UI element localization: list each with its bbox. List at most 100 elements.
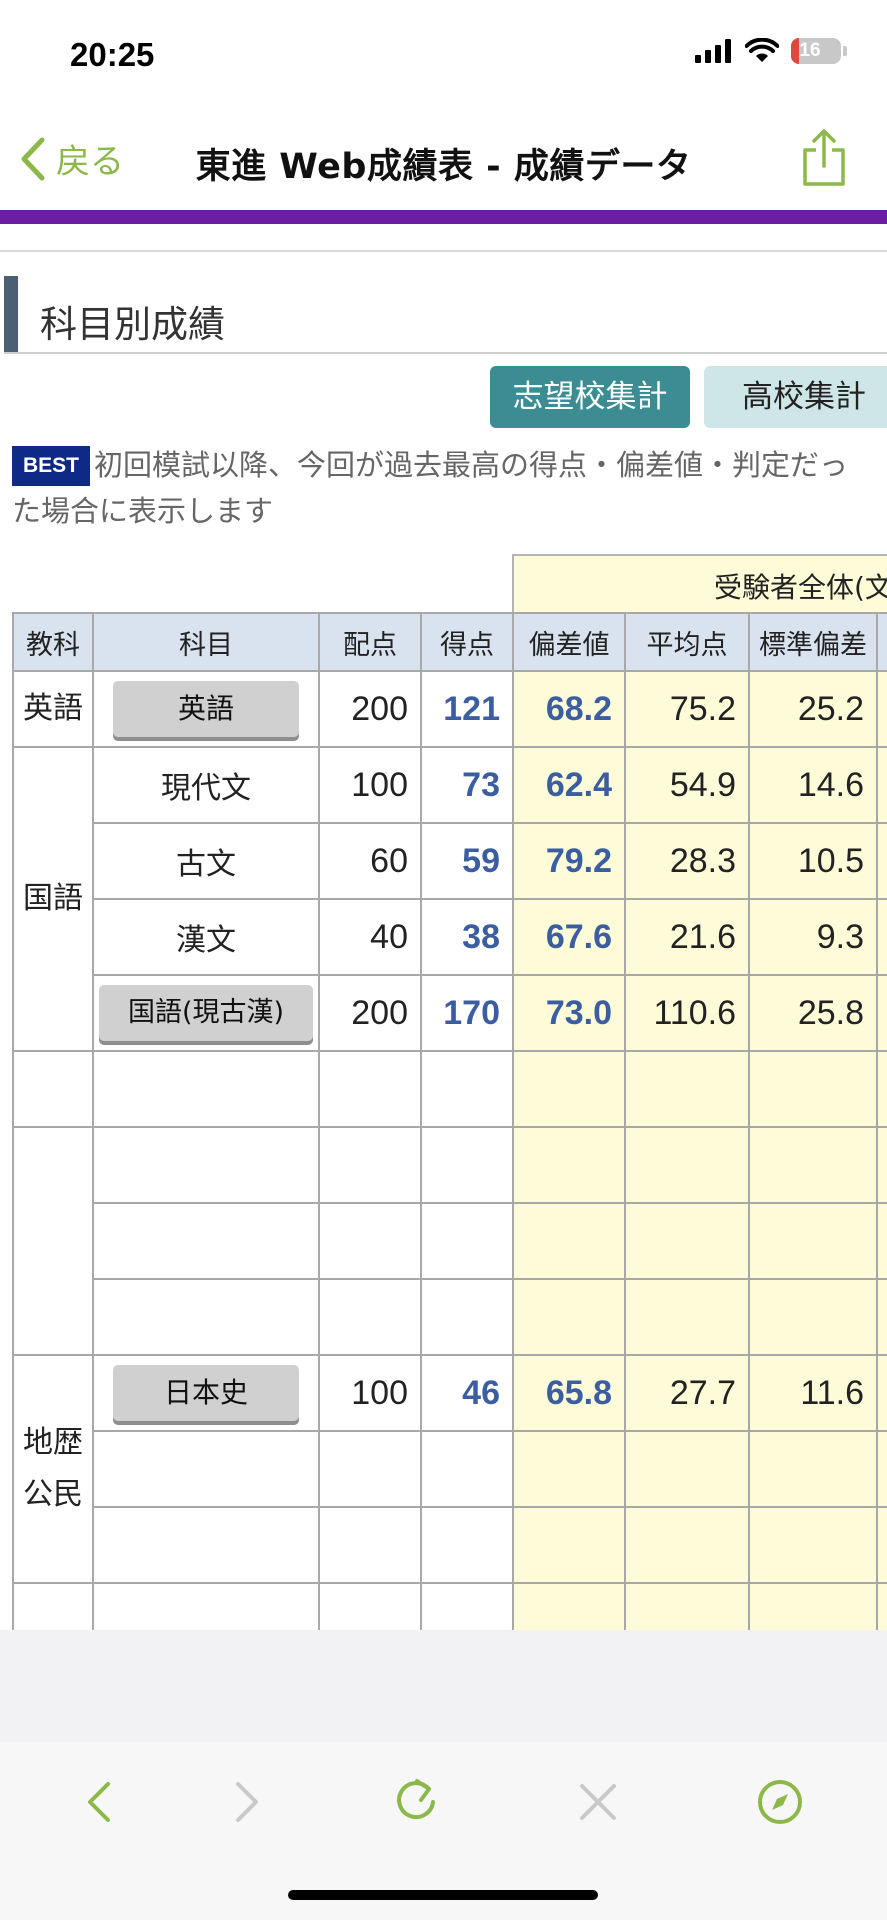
header-accent-bar <box>0 210 887 224</box>
stop-button[interactable] <box>568 1772 628 1832</box>
deviation-cell: 73.0 <box>512 974 626 1052</box>
section-header: 科目別成績 <box>4 276 887 354</box>
status-icons: 16 <box>695 38 847 64</box>
share-icon <box>803 129 845 186</box>
browser-back-button[interactable] <box>70 1772 130 1832</box>
table-row-empty <box>12 1050 887 1128</box>
col-header: 科目 <box>92 612 320 672</box>
table-row-empty <box>13 1278 887 1356</box>
page-bottom-gap <box>0 1630 887 1742</box>
table-row: 国語(現古漢) 200 170 73.0 110.6 25.8 <box>13 974 887 1052</box>
divider <box>0 250 887 252</box>
cut-cell <box>876 746 887 824</box>
subject-button-japanese-total[interactable]: 国語(現古漢) <box>99 985 313 1041</box>
full-score-cell: 60 <box>318 822 422 900</box>
full-score-cell: 100 <box>318 746 422 824</box>
deviation-cell: 62.4 <box>512 746 626 824</box>
stddev-cell: 10.5 <box>748 822 878 900</box>
status-bar: 20:25 16 <box>0 0 887 112</box>
page-title: 東進 Web成績表 - 成績データ <box>195 147 692 187</box>
stddev-cell: 11.6 <box>748 1354 878 1432</box>
table-row: 古文 60 59 79.2 28.3 10.5 <box>13 822 887 900</box>
section-title: 科目別成績 <box>40 303 225 346</box>
best-badge: BEST <box>12 446 90 486</box>
score-cell: 59 <box>420 822 514 900</box>
category-cell: 地歴公民 <box>12 1354 94 1584</box>
table-row: 地歴公民 日本史 100 46 65.8 27.7 11.6 <box>12 1354 887 1584</box>
status-time: 20:25 <box>70 36 155 73</box>
cut-cell <box>876 670 887 748</box>
best-note-text: 初回模試以降、今回が過去最高の得点・偏差値・判定だった場合に表示します <box>12 448 849 528</box>
reload-button[interactable] <box>386 1772 446 1832</box>
signal-icon <box>695 39 731 63</box>
col-header: 平均点 <box>624 612 750 672</box>
average-cell: 110.6 <box>624 974 750 1052</box>
battery-icon: 16 <box>791 38 841 64</box>
table-row: 漢文 40 38 67.6 21.6 9.3 <box>13 898 887 976</box>
score-table: 教科 科目 配点 得点 偏差値 平均点 標準偏差 英語 英語 200 121 6… <box>12 612 887 1630</box>
subject-cell: 日本史 <box>92 1354 320 1432</box>
table-row-empty <box>12 1582 887 1630</box>
deviation-cell: 67.6 <box>512 898 626 976</box>
full-score-cell: 100 <box>318 1354 422 1432</box>
cut-cell <box>876 898 887 976</box>
stddev-cell: 25.2 <box>748 670 878 748</box>
home-indicator <box>288 1890 598 1900</box>
stddev-cell: 14.6 <box>748 746 878 824</box>
score-cell: 46 <box>420 1354 514 1432</box>
group-header: 受験者全体(文 <box>512 554 887 614</box>
group-header-label: 受験者全体(文 <box>714 571 887 604</box>
col-header: 配点 <box>318 612 422 672</box>
browser-forward-button[interactable] <box>216 1772 276 1832</box>
table-header-row: 教科 科目 配点 得点 偏差値 平均点 標準偏差 <box>12 612 887 672</box>
col-header: 標準偏差 <box>748 612 878 672</box>
battery-cap <box>843 46 847 56</box>
score-cell: 170 <box>420 974 514 1052</box>
table-row-empty <box>13 1202 887 1280</box>
chevron-left-icon <box>88 1782 110 1822</box>
category-cell: 国語 <box>12 746 94 1052</box>
full-score-cell: 200 <box>318 670 422 748</box>
score-cell: 73 <box>420 746 514 824</box>
wifi-icon <box>745 38 779 62</box>
average-cell: 54.9 <box>624 746 750 824</box>
stddev-cell: 9.3 <box>748 898 878 976</box>
subject-cell: 国語(現古漢) <box>92 974 320 1052</box>
chevron-right-icon <box>236 1782 258 1822</box>
table-row-empty <box>13 1430 887 1508</box>
score-cell: 38 <box>420 898 514 976</box>
average-cell: 75.2 <box>624 670 750 748</box>
subject-cell: 現代文 <box>92 746 320 824</box>
col-header: 偏差値 <box>512 612 626 672</box>
col-header: 教科 <box>12 612 94 672</box>
high-school-summary-button[interactable]: 高校集計 <box>704 366 887 428</box>
reload-icon <box>397 1779 435 1820</box>
compass-icon <box>758 1780 802 1824</box>
table-row-empty <box>12 1126 887 1356</box>
average-cell: 28.3 <box>624 822 750 900</box>
subject-cell: 古文 <box>92 822 320 900</box>
stddev-cell: 25.8 <box>748 974 878 1052</box>
cut-cell <box>876 974 887 1052</box>
subject-cell: 英語 <box>92 670 320 748</box>
table-row: 国語 現代文 100 73 62.4 54.9 14.6 <box>12 746 887 1052</box>
table-row-empty <box>13 1506 887 1584</box>
category-cell: 英語 <box>12 670 94 748</box>
share-button[interactable] <box>799 128 849 192</box>
table-row: 英語 英語 200 121 68.2 75.2 25.2 <box>12 670 887 748</box>
aspiration-school-summary-button[interactable]: 志望校集計 <box>490 366 690 428</box>
deviation-cell: 65.8 <box>512 1354 626 1432</box>
subject-cell: 漢文 <box>92 898 320 976</box>
page-content: 科目別成績 志望校集計 高校集計 初回模試以降、今回が過去最高の得点・偏差値・判… <box>0 224 887 1630</box>
deviation-cell: 68.2 <box>512 670 626 748</box>
deviation-cell: 79.2 <box>512 822 626 900</box>
subject-button-english[interactable]: 英語 <box>113 681 299 737</box>
average-cell: 27.7 <box>624 1354 750 1432</box>
col-header-cut <box>876 612 887 672</box>
full-score-cell: 40 <box>318 898 422 976</box>
open-in-safari-button[interactable] <box>750 1772 810 1832</box>
subject-button-japanese-history[interactable]: 日本史 <box>113 1365 299 1421</box>
cut-cell <box>876 1354 887 1432</box>
full-score-cell: 200 <box>318 974 422 1052</box>
average-cell: 21.6 <box>624 898 750 976</box>
